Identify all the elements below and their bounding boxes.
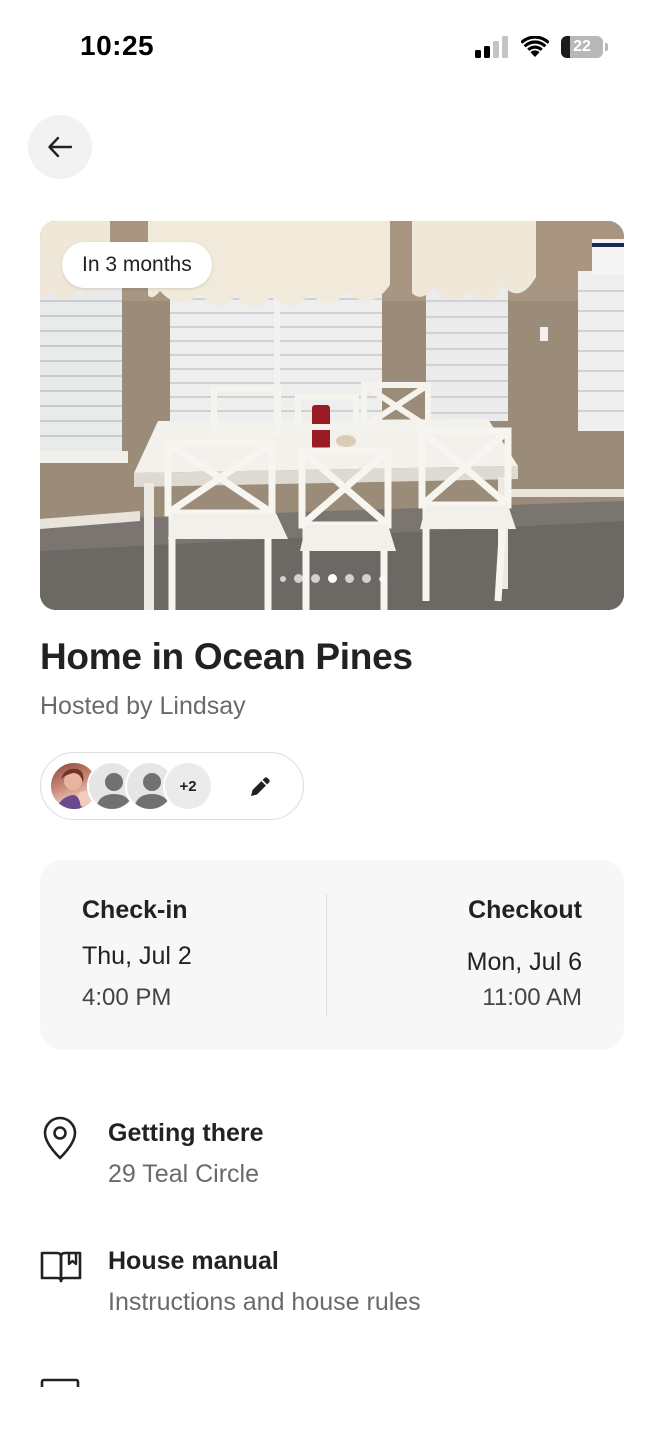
trip-countdown-badge: In 3 months xyxy=(62,242,212,288)
battery-nub xyxy=(605,43,608,51)
photo-dot xyxy=(378,575,385,582)
photo-dot xyxy=(344,574,354,583)
next-row-partial[interactable] xyxy=(0,1376,664,1440)
reservation-dates-card: Check-in Thu, Jul 2 4:00 PM Checkout Mon… xyxy=(40,860,624,1050)
more-guests-count: +2 xyxy=(163,761,213,811)
back-button[interactable] xyxy=(28,115,92,179)
row-title: Getting there xyxy=(108,1119,264,1147)
location-pin-icon xyxy=(43,1116,77,1160)
checkin-date: Thu, Jul 2 xyxy=(82,942,192,970)
battery-fill xyxy=(561,36,571,58)
row-subtitle: Instructions and house rules xyxy=(108,1288,421,1316)
host-name: Hosted by Lindsay xyxy=(40,692,246,720)
getting-there-row[interactable]: Getting there 29 Teal Circle xyxy=(0,1112,664,1208)
status-time: 10:25 xyxy=(80,30,155,61)
guests-button[interactable]: +2 xyxy=(40,752,304,820)
checkin-label: Check-in xyxy=(82,896,188,924)
pencil-icon xyxy=(251,777,270,796)
photo-pagination-dots xyxy=(0,574,664,583)
arrow-left-icon xyxy=(48,136,73,158)
cellular-signal-icon xyxy=(475,36,508,58)
row-title: House manual xyxy=(108,1247,279,1275)
battery-icon: 22 xyxy=(561,36,603,58)
wifi-icon xyxy=(521,36,549,57)
photo-dot xyxy=(327,574,337,583)
photo-dot xyxy=(310,574,320,583)
photo-dot xyxy=(361,574,371,583)
row-subtitle: 29 Teal Circle xyxy=(108,1160,260,1188)
battery-level: 22 xyxy=(573,38,591,55)
dates-divider xyxy=(326,894,327,1016)
photo-dot xyxy=(293,574,303,583)
listing-title: Home in Ocean Pines xyxy=(40,636,413,677)
message-icon xyxy=(40,1378,80,1387)
checkout-label: Checkout xyxy=(468,896,582,924)
checkin-time: 4:00 PM xyxy=(82,984,172,1011)
house-manual-row[interactable]: House manual Instructions and house rule… xyxy=(0,1240,664,1336)
checkout-date: Mon, Jul 6 xyxy=(466,948,582,976)
book-icon xyxy=(40,1251,82,1283)
status-icons: 22 xyxy=(475,36,608,58)
photo-dot xyxy=(279,575,286,582)
status-bar: 10:25 22 xyxy=(0,0,664,100)
checkout-time: 11:00 AM xyxy=(482,984,582,1011)
